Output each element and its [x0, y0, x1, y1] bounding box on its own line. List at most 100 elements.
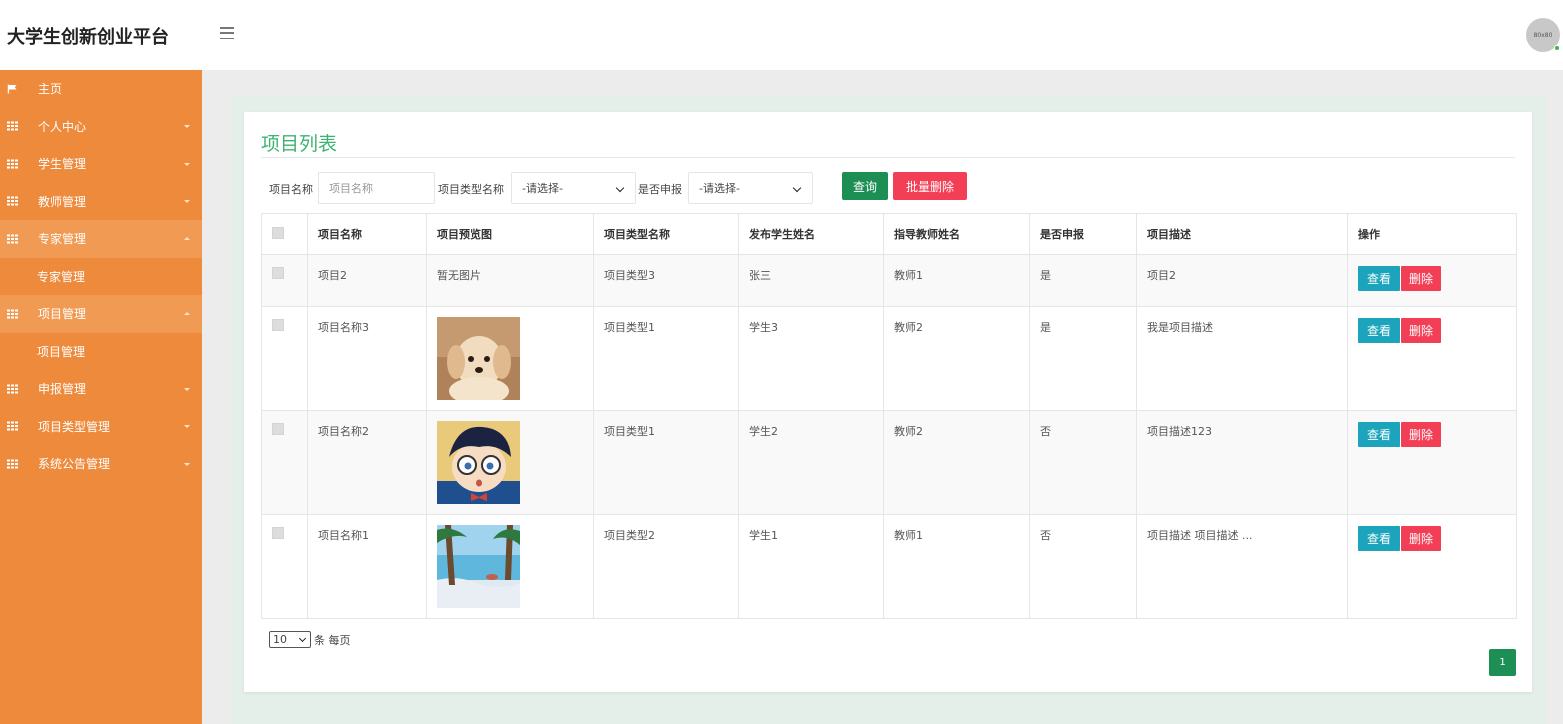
cell-teacher: 教师2 [883, 306, 1030, 411]
declared-select[interactable]: -请选择- [688, 172, 813, 204]
cell-project-type: 项目类型1 [593, 306, 739, 411]
view-button[interactable]: 查看 [1358, 318, 1400, 343]
sidebar-item-label: 系统公告管理 [38, 457, 111, 472]
sidebar-subitem-expert-management[interactable]: 专家管理 [0, 257, 202, 295]
grid-icon [7, 196, 18, 206]
grid-icon [7, 309, 18, 319]
project-name-label: 项目名称 [269, 183, 313, 196]
online-status-dot [1554, 45, 1560, 51]
cell-teacher: 教师2 [883, 410, 1030, 515]
project-type-select[interactable]: -请选择- [511, 172, 636, 204]
cell-description: 项目2 [1136, 254, 1348, 307]
sidebar-item-declaration-management[interactable]: 申报管理 [0, 370, 202, 408]
menu-toggle-icon[interactable] [218, 24, 236, 42]
query-button[interactable]: 查询 [842, 172, 888, 200]
cell-project-name: 项目2 [307, 254, 427, 307]
sidebar-item-expert-management[interactable]: 专家管理 [0, 220, 202, 258]
delete-button[interactable]: 删除 [1401, 318, 1441, 343]
row-checkbox[interactable] [272, 527, 284, 539]
grid-icon [7, 421, 18, 431]
row-checkbox[interactable] [272, 423, 284, 435]
cell-actions: 查看 删除 [1347, 514, 1517, 619]
column-header: 发布学生姓名 [738, 213, 884, 255]
chevron-down-icon [615, 183, 625, 193]
sidebar-item-label: 专家管理 [38, 232, 87, 247]
sidebar: 主页 个人中心 学生管理 教师管理 专家管理 专家管理 项目管理 项目管理 申报… [0, 70, 202, 724]
brand-title: 大学生创新创业平台 [7, 27, 169, 48]
chevron-down-icon [184, 200, 190, 204]
cell-declared: 否 [1029, 410, 1137, 515]
sidebar-item-project-management[interactable]: 项目管理 [0, 295, 202, 333]
cell-student: 学生3 [738, 306, 884, 411]
main-area: 项目列表 项目名称 项目名称 项目类型名称 -请选择- 是否申报 -请选择- 查… [202, 70, 1563, 724]
sidebar-item-personal-center[interactable]: 个人中心 [0, 108, 202, 146]
sidebar-item-student-management[interactable]: 学生管理 [0, 145, 202, 183]
project-type-label: 项目类型名称 [438, 183, 504, 196]
sidebar-item-announcement-management[interactable]: 系统公告管理 [0, 445, 202, 483]
project-table: 项目名称 项目预览图 项目类型名称 发布学生姓名 指导教师姓名 是否申报 项目描… [261, 213, 1517, 619]
sidebar-item-label: 教师管理 [38, 194, 87, 209]
cell-declared: 否 [1029, 514, 1137, 619]
page-size-control: 10 条 每页 [269, 631, 351, 648]
batch-delete-button[interactable]: 批量删除 [893, 172, 967, 200]
grid-icon [7, 159, 18, 169]
sidebar-item-label: 申报管理 [38, 382, 87, 397]
sidebar-item-teacher-management[interactable]: 教师管理 [0, 183, 202, 221]
cell-project-type: 项目类型3 [593, 254, 739, 307]
project-name-input[interactable]: 项目名称 [318, 172, 435, 204]
view-button[interactable]: 查看 [1358, 526, 1400, 551]
delete-button[interactable]: 删除 [1401, 266, 1441, 291]
declared-select-value: -请选择- [699, 182, 740, 195]
column-header: 项目描述 [1136, 213, 1348, 255]
avatar[interactable]: 80x80 [1526, 18, 1560, 52]
grid-icon [7, 234, 18, 244]
search-bar: 项目名称 项目名称 项目类型名称 -请选择- 是否申报 -请选择- 查询 批量删… [269, 172, 1369, 204]
sidebar-item-home[interactable]: 主页 [0, 70, 202, 108]
cell-teacher: 教师1 [883, 514, 1030, 619]
select-all-cell [261, 213, 308, 255]
cell-preview-text: 暂无图片 [426, 254, 594, 307]
table-row: 项目名称3 项目类型1 学生3 教师2 是 我是项目描述 查看 删除 [261, 306, 1517, 411]
row-checkbox[interactable] [272, 319, 284, 331]
select-all-checkbox[interactable] [272, 226, 284, 239]
cell-preview [426, 306, 594, 411]
page-size-select[interactable]: 10 [269, 631, 311, 648]
chevron-down-icon [184, 162, 190, 166]
cell-declared: 是 [1029, 306, 1137, 411]
delete-button[interactable]: 删除 [1401, 526, 1441, 551]
chevron-up-icon [184, 311, 190, 315]
project-list-card: 项目列表 项目名称 项目名称 项目类型名称 -请选择- 是否申报 -请选择- 查… [244, 112, 1532, 692]
cell-project-name: 项目名称1 [307, 514, 427, 619]
top-header: 大学生创新创业平台 80x80 [0, 0, 1563, 70]
sidebar-item-label: 主页 [38, 82, 63, 97]
cell-student: 学生2 [738, 410, 884, 515]
chevron-down-icon [298, 634, 307, 643]
beach-preview-image [437, 525, 520, 608]
grid-icon [7, 384, 18, 394]
pagination-page-button[interactable]: 1 [1489, 649, 1516, 676]
sidebar-subitem-project-management[interactable]: 项目管理 [0, 332, 202, 370]
sidebar-item-project-type-management[interactable]: 项目类型管理 [0, 408, 202, 446]
sidebar-item-label: 学生管理 [38, 157, 87, 172]
view-button[interactable]: 查看 [1358, 422, 1400, 447]
column-header: 是否申报 [1029, 213, 1137, 255]
sidebar-item-label: 个人中心 [38, 119, 87, 134]
cell-preview [426, 410, 594, 515]
per-page-label: 条 每页 [314, 633, 351, 647]
column-header: 指导教师姓名 [883, 213, 1030, 255]
row-checkbox[interactable] [272, 267, 284, 279]
cell-student: 学生1 [738, 514, 884, 619]
cell-teacher: 教师1 [883, 254, 1030, 307]
cell-student: 张三 [738, 254, 884, 307]
puppy-preview-image [437, 317, 520, 400]
delete-button[interactable]: 删除 [1401, 422, 1441, 447]
project-type-select-value: -请选择- [522, 182, 563, 195]
row-select-cell [261, 306, 308, 411]
cell-actions: 查看 删除 [1347, 306, 1517, 411]
table-row: 项目名称2 项目类型1 学生2 教师2 否 项目描述123 查看 删除 [261, 410, 1517, 515]
view-button[interactable]: 查看 [1358, 266, 1400, 291]
table-header-row: 项目名称 项目预览图 项目类型名称 发布学生姓名 指导教师姓名 是否申报 项目描… [261, 213, 1517, 255]
sidebar-item-label: 项目管理 [38, 307, 87, 322]
grid-icon [7, 459, 18, 469]
chevron-down-icon [184, 462, 190, 466]
